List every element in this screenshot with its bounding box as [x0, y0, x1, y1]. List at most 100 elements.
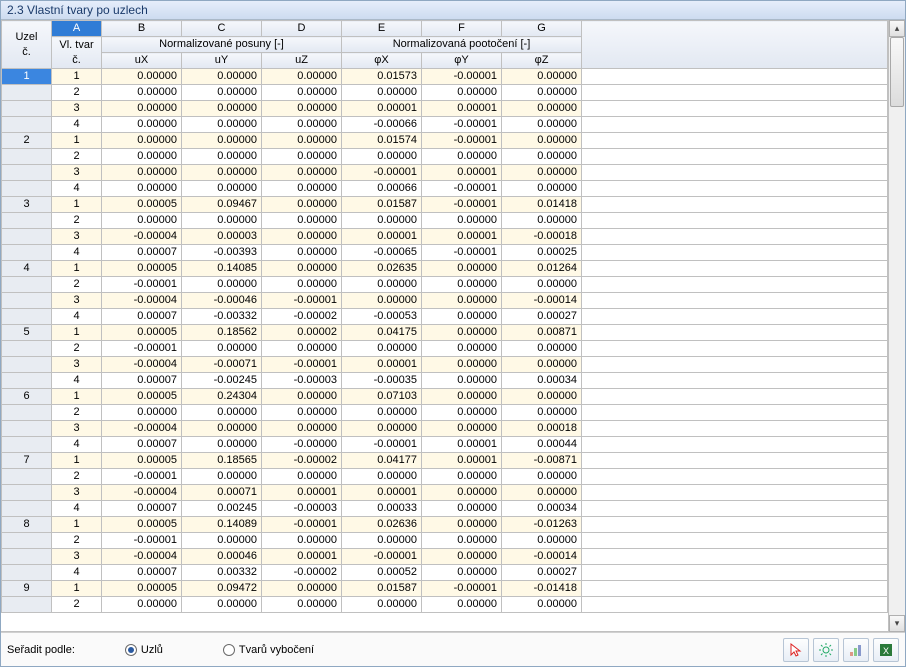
radio-uzlu[interactable]: Uzlů — [125, 644, 163, 656]
table-row[interactable]: 210.000000.000000.000000.01574-0.000010.… — [2, 133, 888, 149]
cell-phiy[interactable]: 0.00000 — [422, 389, 502, 405]
table-row[interactable]: 2-0.000010.000000.000000.000000.000000.0… — [2, 341, 888, 357]
cell-uz[interactable]: -0.00001 — [262, 517, 342, 533]
table-row[interactable]: 30.000000.000000.000000.000010.000010.00… — [2, 101, 888, 117]
cell-phiz[interactable]: -0.00018 — [502, 229, 582, 245]
cell-ux[interactable]: -0.00001 — [102, 533, 182, 549]
cell-phix[interactable]: 0.00000 — [342, 421, 422, 437]
cell-uz[interactable]: 0.00000 — [262, 389, 342, 405]
cell-phix[interactable]: 0.02636 — [342, 517, 422, 533]
cell-phiz[interactable]: 0.00000 — [502, 469, 582, 485]
radio-tvaru[interactable]: Tvarů vybočení — [223, 644, 314, 656]
cell-uy[interactable]: 0.00000 — [182, 117, 262, 133]
cell-uy[interactable]: 0.14085 — [182, 261, 262, 277]
cell-vt[interactable]: 3 — [52, 549, 102, 565]
cell-phiy[interactable]: 0.00001 — [422, 229, 502, 245]
header-pootoceni[interactable]: Normalizovaná pootočení [-] — [342, 37, 582, 53]
cell-ux[interactable]: 0.00000 — [102, 149, 182, 165]
cell-phiy[interactable]: -0.00001 — [422, 133, 502, 149]
cell-phiy[interactable]: 0.00000 — [422, 485, 502, 501]
table-row[interactable]: 40.000000.000000.000000.00066-0.000010.0… — [2, 181, 888, 197]
col-C[interactable]: C — [182, 21, 262, 37]
cell-uy[interactable]: 0.00000 — [182, 149, 262, 165]
tool-settings-button[interactable] — [813, 638, 839, 662]
cell-vt[interactable]: 4 — [52, 437, 102, 453]
cell-phiy[interactable]: -0.00001 — [422, 181, 502, 197]
header-phix[interactable]: φX — [342, 53, 422, 69]
cell-uy[interactable]: 0.09472 — [182, 581, 262, 597]
cell-vt[interactable]: 1 — [52, 197, 102, 213]
table-row[interactable]: 20.000000.000000.000000.000000.000000.00… — [2, 149, 888, 165]
table-row[interactable]: 410.000050.140850.000000.026350.000000.0… — [2, 261, 888, 277]
cell-vt[interactable]: 3 — [52, 229, 102, 245]
cell-phiy[interactable]: 0.00000 — [422, 261, 502, 277]
table-row[interactable]: 3-0.000040.000030.000000.000010.00001-0.… — [2, 229, 888, 245]
cell-uz[interactable]: 0.00002 — [262, 325, 342, 341]
cell-vt[interactable]: 2 — [52, 277, 102, 293]
uzel-cell[interactable] — [2, 597, 52, 613]
cell-vt[interactable]: 3 — [52, 293, 102, 309]
cell-phiy[interactable]: -0.00001 — [422, 581, 502, 597]
scroll-down-button[interactable]: ▾ — [889, 615, 905, 632]
uzel-cell[interactable] — [2, 501, 52, 517]
cell-uz[interactable]: 0.00000 — [262, 533, 342, 549]
uzel-cell[interactable] — [2, 149, 52, 165]
cell-uy[interactable]: 0.18565 — [182, 453, 262, 469]
uzel-cell[interactable]: 9 — [2, 581, 52, 597]
cell-phiz[interactable]: 0.00000 — [502, 149, 582, 165]
cell-ux[interactable]: 0.00000 — [102, 597, 182, 613]
cell-phix[interactable]: -0.00066 — [342, 117, 422, 133]
cell-uy[interactable]: 0.09467 — [182, 197, 262, 213]
cell-ux[interactable]: 0.00007 — [102, 437, 182, 453]
cell-phix[interactable]: 0.00001 — [342, 357, 422, 373]
cell-vt[interactable]: 3 — [52, 421, 102, 437]
cell-phiy[interactable]: 0.00000 — [422, 501, 502, 517]
cell-uz[interactable]: -0.00002 — [262, 309, 342, 325]
cell-uz[interactable]: 0.00000 — [262, 149, 342, 165]
header-phiz[interactable]: φZ — [502, 53, 582, 69]
cell-phiz[interactable]: 0.00034 — [502, 501, 582, 517]
cell-phix[interactable]: -0.00053 — [342, 309, 422, 325]
cell-phix[interactable]: 0.00001 — [342, 101, 422, 117]
table-row[interactable]: 40.000000.000000.00000-0.00066-0.000010.… — [2, 117, 888, 133]
cell-uy[interactable]: 0.00000 — [182, 341, 262, 357]
cell-ux[interactable]: 0.00005 — [102, 325, 182, 341]
cell-ux[interactable]: 0.00000 — [102, 101, 182, 117]
cell-phiz[interactable]: 0.00000 — [502, 357, 582, 373]
table-row[interactable]: 40.00007-0.00332-0.00002-0.000530.000000… — [2, 309, 888, 325]
uzel-cell[interactable] — [2, 341, 52, 357]
cell-phiz[interactable]: 0.00000 — [502, 533, 582, 549]
cell-uy[interactable]: 0.00000 — [182, 101, 262, 117]
cell-vt[interactable]: 1 — [52, 517, 102, 533]
cell-phiz[interactable]: 0.00000 — [502, 69, 582, 85]
cell-ux[interactable]: -0.00001 — [102, 469, 182, 485]
col-D[interactable]: D — [262, 21, 342, 37]
data-grid[interactable]: Uzel č. A B C D E F G Vl. t — [1, 20, 888, 632]
cell-phiz[interactable]: 0.00000 — [502, 597, 582, 613]
table-row[interactable]: 3-0.000040.000710.000010.000010.000000.0… — [2, 485, 888, 501]
cell-phiy[interactable]: 0.00001 — [422, 101, 502, 117]
table-row[interactable]: 310.000050.094670.000000.01587-0.000010.… — [2, 197, 888, 213]
cell-phiy[interactable]: 0.00000 — [422, 341, 502, 357]
cell-phix[interactable]: -0.00001 — [342, 549, 422, 565]
cell-uz[interactable]: 0.00000 — [262, 197, 342, 213]
cell-uy[interactable]: 0.00000 — [182, 533, 262, 549]
cell-vt[interactable]: 2 — [52, 149, 102, 165]
cell-ux[interactable]: 0.00000 — [102, 133, 182, 149]
table-row[interactable]: 110.000000.000000.000000.01573-0.000010.… — [2, 69, 888, 85]
cell-uz[interactable]: 0.00001 — [262, 549, 342, 565]
table-row[interactable]: 2-0.000010.000000.000000.000000.000000.0… — [2, 277, 888, 293]
cell-phix[interactable]: -0.00001 — [342, 437, 422, 453]
cell-vt[interactable]: 3 — [52, 101, 102, 117]
cell-vt[interactable]: 3 — [52, 165, 102, 181]
cell-uz[interactable]: -0.00003 — [262, 373, 342, 389]
uzel-cell[interactable] — [2, 117, 52, 133]
cell-ux[interactable]: -0.00004 — [102, 549, 182, 565]
cell-uz[interactable]: 0.00000 — [262, 341, 342, 357]
cell-uy[interactable]: -0.00393 — [182, 245, 262, 261]
cell-phiz[interactable]: -0.00014 — [502, 549, 582, 565]
header-uzel[interactable]: Uzel č. — [2, 21, 52, 69]
cell-uz[interactable]: -0.00003 — [262, 501, 342, 517]
cell-uy[interactable]: 0.24304 — [182, 389, 262, 405]
cell-phiz[interactable]: 0.00000 — [502, 405, 582, 421]
